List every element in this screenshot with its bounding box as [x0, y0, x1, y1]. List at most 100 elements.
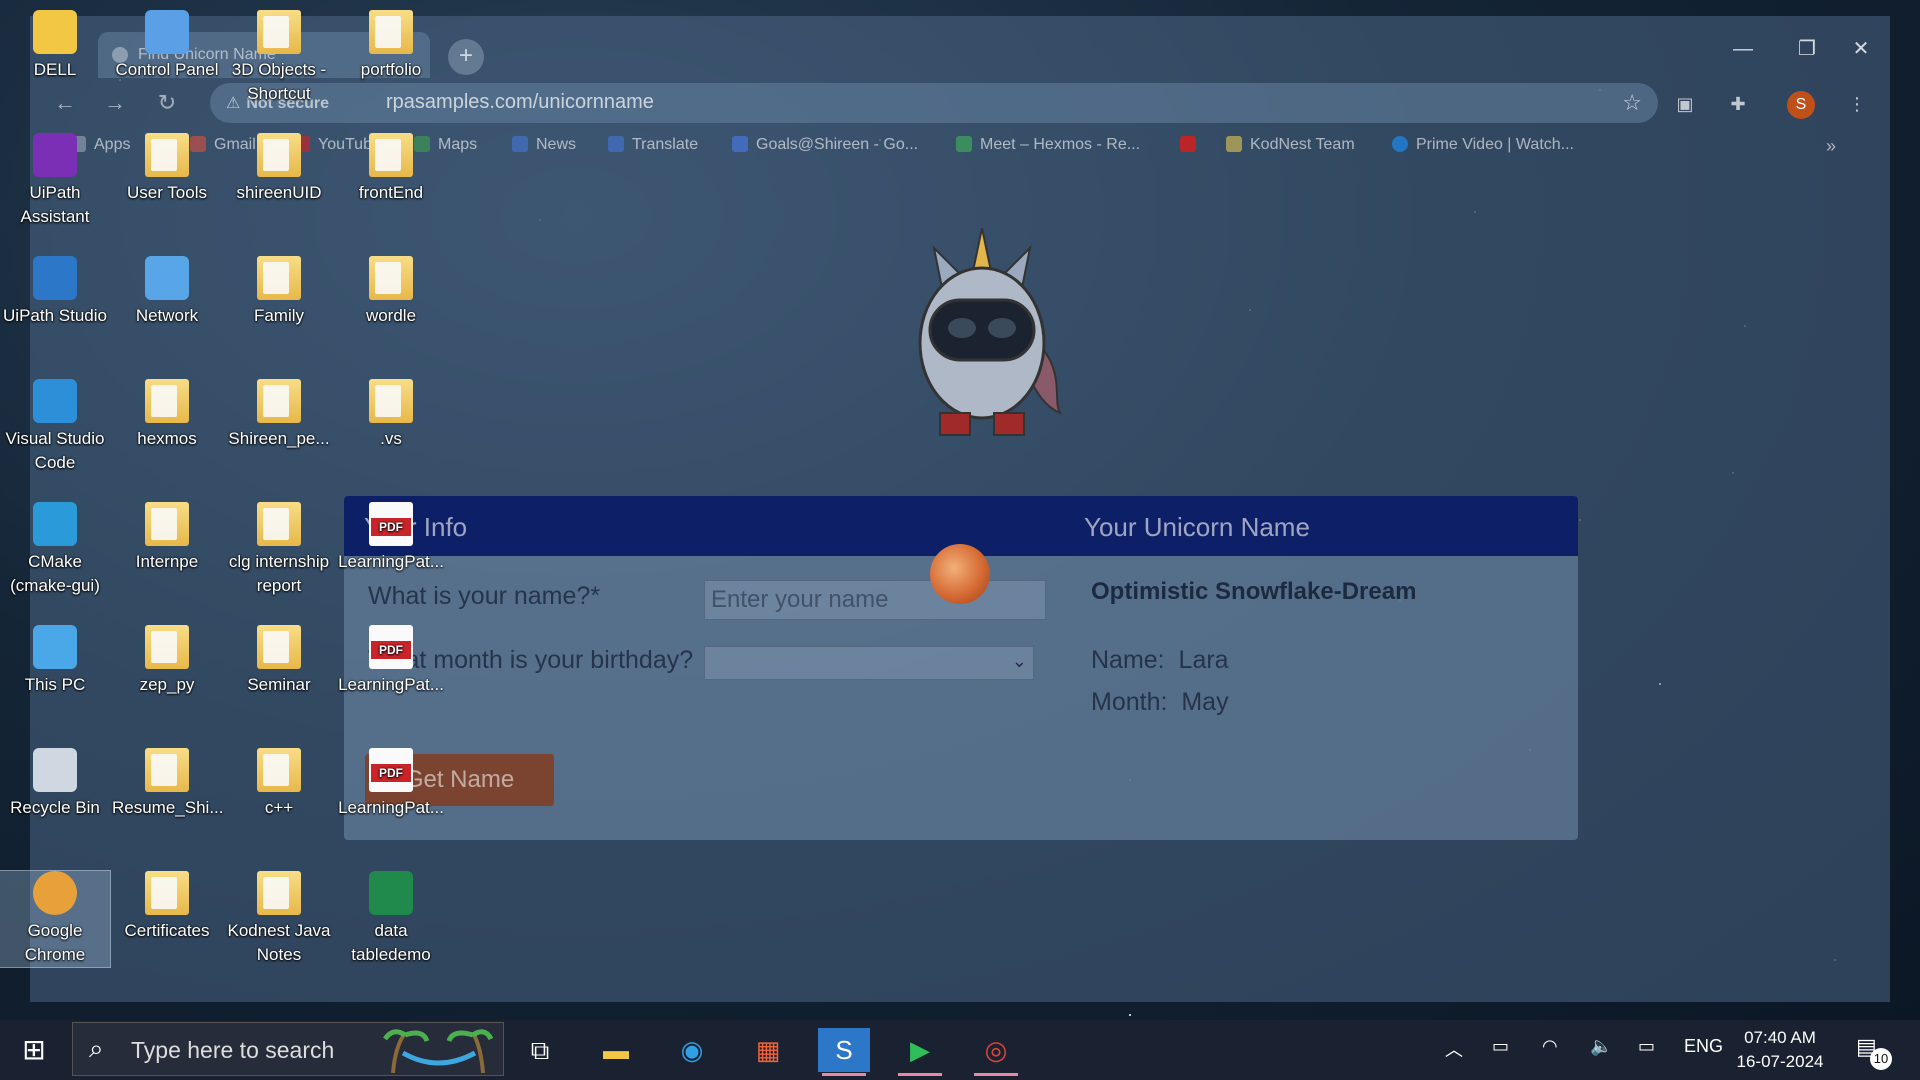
desktop-icon-label: Control Panel	[115, 60, 219, 79]
user-folder-icon	[33, 10, 77, 54]
desktop-icon-user-tools[interactable]: User Tools	[112, 133, 222, 205]
show-hidden-icons-chevron[interactable]: ︿	[1445, 1036, 1463, 1062]
desktop-icon-label: .vs	[380, 429, 402, 448]
desktop-icon-network[interactable]: Network	[112, 256, 222, 328]
desktop-icon-control-panel[interactable]: Control Panel	[112, 10, 222, 82]
desktop-icon-uipath-studio[interactable]: UiPath Studio	[0, 256, 110, 328]
taskbar-search-box[interactable]: ⌕ Type here to search	[72, 1022, 504, 1076]
desktop-icon-label: Recycle Bin	[10, 798, 100, 817]
wifi-icon[interactable]: ◠	[1542, 1036, 1558, 1057]
bookmark-translate[interactable]: Translate	[608, 136, 698, 154]
desktop-icon-visual-studio-code[interactable]: Visual Studio Code	[0, 379, 110, 475]
notification-center-icon[interactable]: ▤ 10	[1856, 1034, 1892, 1070]
desktop-icon-internpe[interactable]: Internpe	[112, 502, 222, 574]
desktop-icon-zep-py[interactable]: zep_py	[112, 625, 222, 697]
desktop-icon-3d-objects-shortcut[interactable]: 3D Objects - Shortcut	[224, 10, 334, 106]
desktop-icon-label: 3D Objects - Shortcut	[231, 60, 327, 103]
chrome-taskbar-icon[interactable]: ◎	[970, 1028, 1022, 1076]
browser-menu-icon[interactable]: ⋮	[1843, 90, 1871, 118]
bookmark-meet[interactable]: Meet – Hexmos - Re...	[956, 136, 1140, 154]
desktop-icon-learningpat[interactable]: LearningPat...	[336, 502, 446, 574]
task-view-icon[interactable]: ⧉	[514, 1028, 566, 1072]
desktop-icon-recycle-bin[interactable]: Recycle Bin	[0, 748, 110, 820]
desktop-icon-hexmos[interactable]: hexmos	[112, 379, 222, 451]
desktop-icon-clg-internship-report[interactable]: clg internship report	[224, 502, 334, 598]
result-name: Name: Lara	[1091, 646, 1229, 674]
edge-icon[interactable]: ◉	[666, 1028, 718, 1072]
desktop-icon-label: User Tools	[127, 183, 207, 202]
address-bar[interactable]: ⚠ Not secure rpasamples.com/unicornname ☆	[210, 83, 1658, 123]
file-explorer-icon[interactable]: ▬	[590, 1028, 642, 1072]
pdf-icon	[369, 748, 413, 792]
reload-button[interactable]: ↻	[152, 88, 182, 118]
uipath-extension-icon[interactable]: ▣	[1671, 90, 1699, 118]
uipath-studio-taskbar-icon[interactable]: S	[818, 1028, 870, 1076]
desktop-icon--vs[interactable]: .vs	[336, 379, 446, 451]
folder-icon	[369, 10, 413, 54]
control-panel-icon	[145, 10, 189, 54]
clock[interactable]: 07:40 AM 16-07-2024	[1720, 1026, 1840, 1074]
desktop-icon-learningpat[interactable]: LearningPat...	[336, 748, 446, 820]
new-tab-button[interactable]: +	[448, 39, 484, 75]
desktop-icon-shireenuid[interactable]: shireenUID	[224, 133, 334, 205]
desktop-icon-kodnest-java-notes[interactable]: Kodnest Java Notes	[224, 871, 334, 967]
desktop-icon-c[interactable]: c++	[224, 748, 334, 820]
more-bookmarks-icon[interactable]: »	[1826, 136, 1836, 157]
bookmark-prime-video[interactable]: Prime Video | Watch...	[1392, 136, 1574, 154]
windows-start-icon[interactable]: ⊞	[14, 1034, 54, 1066]
desktop-icon-wordle[interactable]: wordle	[336, 256, 446, 328]
desktop-icon-cmake-cmake-gui[interactable]: CMake (cmake-gui)	[0, 502, 110, 598]
language-indicator[interactable]: ENG	[1684, 1036, 1723, 1057]
bookmark-goals[interactable]: Goals@Shireen - Go...	[732, 136, 918, 154]
maximize-button[interactable]: ❐	[1782, 34, 1832, 64]
news-icon	[512, 136, 528, 152]
desktop-icon-label: UiPath Studio	[3, 306, 107, 325]
unicorn-name-result: Optimistic Snowflake-Dream	[1091, 578, 1417, 605]
desktop-icon-label: Network	[135, 306, 199, 325]
minimize-button[interactable]: —	[1718, 34, 1768, 64]
desktop-icon-dell[interactable]: DELL	[0, 10, 110, 82]
folder-icon	[369, 379, 413, 423]
desktop-icon-shireen-pe[interactable]: Shireen_pe...	[224, 379, 334, 451]
profile-avatar[interactable]: S	[1787, 91, 1815, 119]
recycle-bin-icon	[33, 748, 77, 792]
desktop-icon-label: LearningPat...	[338, 798, 444, 817]
desktop-icon-label: c++	[264, 798, 294, 817]
desktop-icon-label: CMake (cmake-gui)	[10, 552, 100, 595]
forward-button[interactable]: →	[100, 88, 130, 118]
desktop-icon-resume-shi[interactable]: Resume_Shi...	[112, 748, 224, 820]
battery-icon[interactable]: ▭	[1638, 1036, 1655, 1057]
url-text: rpasamples.com/unicornname	[386, 91, 654, 113]
desktop-icon-certificates[interactable]: Certificates	[112, 871, 222, 943]
bookmark-kodnest[interactable]: KodNest Team	[1226, 136, 1355, 154]
desktop-icon-seminar[interactable]: Seminar	[224, 625, 334, 697]
month-select[interactable]: ⌄	[704, 646, 1034, 680]
desktop-icon-google-chrome[interactable]: Google Chrome	[0, 870, 111, 968]
bookmark-star-icon[interactable]: ☆	[1622, 90, 1642, 116]
display-icon[interactable]: ▭	[1492, 1036, 1509, 1057]
name-input[interactable]	[704, 580, 1046, 620]
close-window-button[interactable]: ✕	[1836, 34, 1886, 64]
desktop-icon-learningpat[interactable]: LearningPat...	[336, 625, 446, 697]
pdf-icon	[369, 625, 413, 669]
desktop-icon-frontend[interactable]: frontEnd	[336, 133, 446, 205]
desktop-icon-label: Internpe	[135, 552, 199, 571]
desktop-icon-this-pc[interactable]: This PC	[0, 625, 110, 697]
media-player-icon[interactable]: ▶	[894, 1028, 946, 1076]
unicorn-robot-logo	[918, 228, 1063, 436]
name-label: What is your name?*	[368, 582, 601, 610]
folder-icon	[145, 379, 189, 423]
desktop-icon-portfolio[interactable]: portfolio	[336, 10, 446, 82]
bookmark-news[interactable]: News	[512, 136, 576, 154]
youtube-icon	[1180, 136, 1196, 152]
running-indicator	[898, 1073, 942, 1076]
back-button[interactable]: ←	[50, 88, 80, 118]
desktop-icon-label: LearningPat...	[338, 552, 444, 571]
desktop-icon-family[interactable]: Family	[224, 256, 334, 328]
desktop-icon-data-tabledemo[interactable]: data tabledemo	[336, 871, 446, 967]
desktop-icon-uipath-assistant[interactable]: UiPath Assistant	[0, 133, 110, 229]
bookmark-youtube-2[interactable]	[1180, 136, 1196, 154]
volume-icon[interactable]: 🔈	[1590, 1036, 1612, 1057]
microsoft-store-icon[interactable]: ▦	[742, 1028, 794, 1072]
extensions-icon[interactable]: ✚	[1724, 90, 1752, 118]
